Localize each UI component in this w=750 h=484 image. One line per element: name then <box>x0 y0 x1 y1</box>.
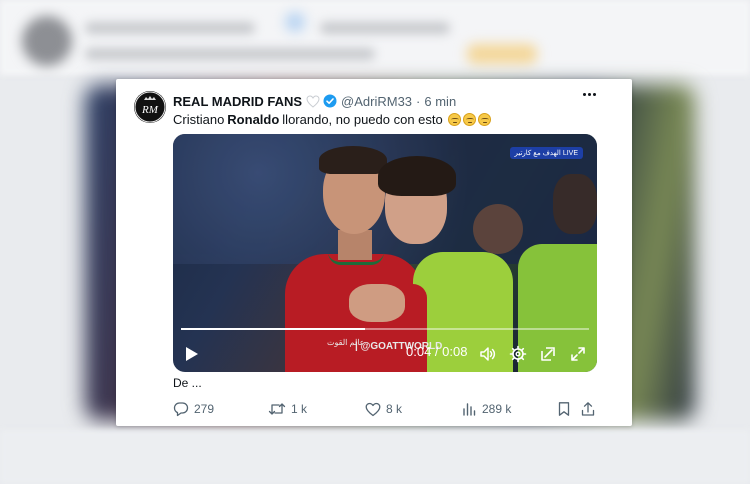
video-background-person <box>553 174 597 234</box>
avatar[interactable]: RM <box>134 91 166 123</box>
rm-logo-icon: RM <box>134 91 166 123</box>
tearful-face-emoji-icon <box>447 112 461 126</box>
blurred-text-line <box>85 22 255 34</box>
video-hand <box>349 284 405 322</box>
blurred-badge <box>285 12 305 32</box>
video-progress-bar[interactable] <box>181 328 589 330</box>
blurred-top-band <box>0 0 750 75</box>
tweet-actions: 279 1 k 8 k 289 k <box>173 400 597 418</box>
pip-icon[interactable] <box>539 345 557 363</box>
share-icon[interactable] <box>580 400 596 418</box>
tweet-timestamp[interactable]: 6 min <box>424 94 456 109</box>
more-options-icon[interactable] <box>583 93 596 96</box>
video-player[interactable]: الهدف مع كارتير LIVE عالم القوت | @GOATT… <box>173 134 597 372</box>
truncated-text[interactable]: De ... <box>173 376 202 390</box>
video-player-hair <box>319 146 387 174</box>
settings-icon[interactable] <box>509 345 527 363</box>
video-timecode: 0:04 / 0:08 <box>406 344 468 359</box>
views-count: 289 k <box>482 402 512 416</box>
verified-badge-icon <box>323 94 337 108</box>
user-handle[interactable]: @AdriRM33 <box>341 94 412 109</box>
reply-count: 279 <box>194 402 215 416</box>
video-background-person <box>473 204 523 254</box>
retweet-icon <box>268 403 286 415</box>
video-controls: 0:04 / 0:08 <box>173 340 597 368</box>
white-heart-icon <box>306 94 320 108</box>
display-name[interactable]: REAL MADRID FANS <box>173 94 302 109</box>
blurred-bottom-band <box>0 430 750 484</box>
bookmark-icon[interactable] <box>556 400 572 418</box>
views-chart-icon <box>463 403 476 416</box>
tweet-text: Cristiano Ronaldo llorando, no puedo con… <box>173 110 491 128</box>
tweet-text-start: Cristiano <box>173 111 225 127</box>
reply-button[interactable]: 279 <box>173 400 214 418</box>
tweet-text-end: llorando, no puedo con esto <box>282 111 443 127</box>
like-button[interactable]: 8 k <box>365 400 402 418</box>
tweet-header: REAL MADRID FANS @AdriRM33 · 6 min <box>173 92 456 110</box>
heart-icon <box>365 402 381 416</box>
video-progress-fill <box>181 328 365 330</box>
tweet-text-bold: Ronaldo <box>227 111 280 127</box>
reply-icon <box>173 402 189 417</box>
channel-badge: الهدف مع كارتير LIVE <box>509 147 583 159</box>
blurred-avatar <box>22 16 72 66</box>
retweet-button[interactable]: 1 k <box>268 400 307 418</box>
tearful-face-emoji-icon <box>462 112 476 126</box>
blurred-text-line <box>85 48 375 60</box>
tweet-card[interactable]: RM REAL MADRID FANS @AdriRM33 · 6 min Cr… <box>116 79 632 426</box>
video-jersey-collar <box>328 252 384 265</box>
separator-dot: · <box>416 93 421 109</box>
tearful-face-emoji-icon <box>477 112 491 126</box>
video-teammate-hair <box>378 156 456 196</box>
blurred-text-line <box>320 22 450 34</box>
play-icon[interactable] <box>185 346 199 362</box>
avatar-text: RM <box>141 104 159 116</box>
blurred-chip <box>467 44 537 64</box>
views-button[interactable]: 289 k <box>461 400 511 418</box>
fullscreen-icon[interactable] <box>569 345 587 363</box>
volume-icon[interactable] <box>479 345 497 363</box>
like-count: 8 k <box>386 402 403 416</box>
retweet-count: 1 k <box>291 402 308 416</box>
